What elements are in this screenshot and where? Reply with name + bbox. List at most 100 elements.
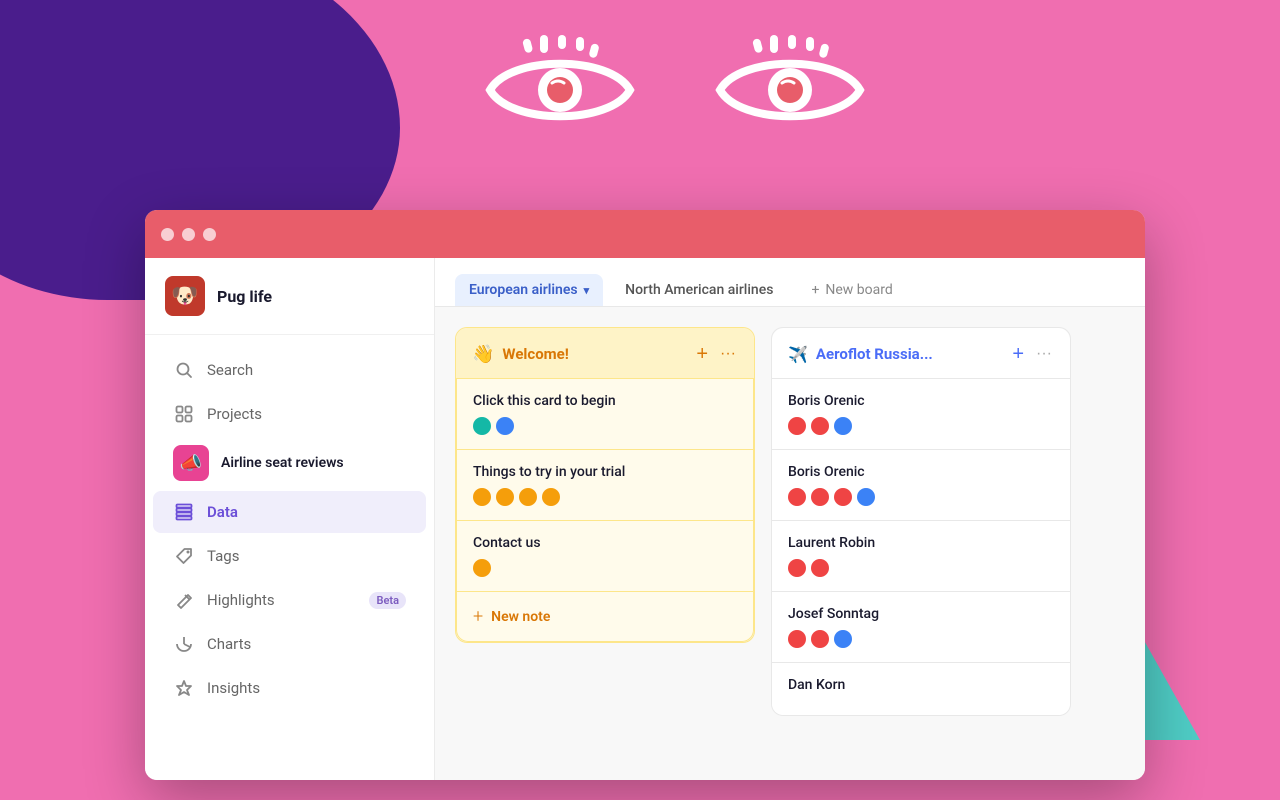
card-laurent-title: Laurent Robin xyxy=(788,535,1054,551)
new-note-plus-icon: + xyxy=(473,606,483,627)
sidebar-nav: Search Projects 📣 Airline seat reviews xyxy=(145,335,434,780)
card-things-to-try[interactable]: Things to try in your trial xyxy=(456,450,754,521)
sidebar-item-airline-seat-reviews[interactable]: 📣 Airline seat reviews xyxy=(153,437,426,489)
data-icon xyxy=(173,501,195,523)
aeroflot-emoji-icon: ✈️ xyxy=(788,345,808,364)
charts-label: Charts xyxy=(207,635,251,653)
dot-red-1 xyxy=(788,417,806,435)
workspace-name: Pug life xyxy=(217,287,272,306)
sidebar-item-insights[interactable]: Insights xyxy=(153,667,426,709)
column-header-aeroflot: ✈️ Aeroflot Russia... + ··· xyxy=(772,328,1070,379)
board-area: 👋 Welcome! + ··· Click this card to begi… xyxy=(435,307,1145,780)
column-welcome: 👋 Welcome! + ··· Click this card to begi… xyxy=(455,327,755,643)
dot-red-5 xyxy=(834,488,852,506)
dot-orange-contact xyxy=(473,559,491,577)
card-things-to-try-dots xyxy=(473,488,737,506)
column-title-welcome: Welcome! xyxy=(502,345,686,363)
sidebar-item-search[interactable]: Search xyxy=(153,349,426,391)
dot-red-7 xyxy=(811,559,829,577)
card-boris-2-title: Boris Orenic xyxy=(788,464,1054,480)
sidebar-item-highlights[interactable]: Highlights Beta xyxy=(153,579,426,621)
card-contact-us-dots xyxy=(473,559,737,577)
board-tabs: European airlines ▾ North American airli… xyxy=(435,258,1145,307)
dot-blue-2 xyxy=(857,488,875,506)
right-eye-icon xyxy=(710,30,870,150)
card-dan-korn[interactable]: Dan Korn xyxy=(772,663,1070,715)
chevron-down-icon: ▾ xyxy=(584,284,590,297)
left-eye-icon xyxy=(480,30,640,150)
window-dot-yellow xyxy=(182,228,195,241)
tab-north-american-airlines-label: North American airlines xyxy=(625,282,773,298)
dot-red-3 xyxy=(788,488,806,506)
new-note-button[interactable]: + New note xyxy=(456,592,754,642)
search-label: Search xyxy=(207,361,253,379)
sidebar: 🐶 Pug life Search Projects xyxy=(145,258,435,780)
card-josef-sonntag[interactable]: Josef Sonntag xyxy=(772,592,1070,663)
dot-red-2 xyxy=(811,417,829,435)
airline-project-icon: 📣 xyxy=(173,445,209,481)
column-actions-welcome: + ··· xyxy=(694,342,738,366)
more-options-aeroflot-button[interactable]: ··· xyxy=(1034,344,1054,364)
column-actions-aeroflot: + ··· xyxy=(1010,342,1054,366)
add-card-aeroflot-button[interactable]: + xyxy=(1010,342,1026,366)
card-click-to-begin-dots xyxy=(473,417,737,435)
new-note-label: New note xyxy=(491,609,550,625)
workspace-header[interactable]: 🐶 Pug life xyxy=(145,258,434,335)
cards-area-aeroflot: Boris Orenic Boris Orenic xyxy=(772,379,1070,715)
dot-blue-1 xyxy=(834,417,852,435)
airline-project-label: Airline seat reviews xyxy=(221,455,344,471)
app-window: 🐶 Pug life Search Projects xyxy=(145,210,1145,780)
card-boris-1-title: Boris Orenic xyxy=(788,393,1054,409)
new-board-label: New board xyxy=(825,282,892,298)
sidebar-item-tags[interactable]: Tags xyxy=(153,535,426,577)
tab-north-american-airlines[interactable]: North American airlines xyxy=(611,274,787,306)
more-options-welcome-button[interactable]: ··· xyxy=(718,344,738,364)
column-title-aeroflot: Aeroflot Russia... xyxy=(816,345,1002,363)
card-click-to-begin[interactable]: Click this card to begin xyxy=(456,378,754,450)
welcome-emoji-icon: 👋 xyxy=(472,344,494,365)
column-header-welcome: 👋 Welcome! + ··· xyxy=(456,328,754,378)
add-card-welcome-button[interactable]: + xyxy=(694,342,710,366)
dot-red-6 xyxy=(788,559,806,577)
card-dan-title: Dan Korn xyxy=(788,677,1054,693)
app-body: 🐶 Pug life Search Projects xyxy=(145,258,1145,780)
card-boris-1-dots xyxy=(788,417,1054,435)
dot-orange-1 xyxy=(473,488,491,506)
tags-icon xyxy=(173,545,195,567)
aeroflot-column-wrap: ✈️ Aeroflot Russia... + ··· Boris Orenic xyxy=(771,327,1071,716)
new-board-plus-icon: + xyxy=(811,282,819,298)
dot-teal xyxy=(473,417,491,435)
card-click-to-begin-title: Click this card to begin xyxy=(473,393,737,409)
projects-label: Projects xyxy=(207,405,262,423)
card-boris-2-dots xyxy=(788,488,1054,506)
eyes-decoration xyxy=(480,30,870,150)
card-contact-us[interactable]: Contact us xyxy=(456,521,754,592)
cards-area-welcome: Click this card to begin Things to try i… xyxy=(456,378,754,592)
dot-blue xyxy=(496,417,514,435)
card-laurent-dots xyxy=(788,559,1054,577)
card-boris-orenic-2[interactable]: Boris Orenic xyxy=(772,450,1070,521)
search-icon xyxy=(173,359,195,381)
sidebar-item-projects[interactable]: Projects xyxy=(153,393,426,435)
charts-icon xyxy=(173,633,195,655)
projects-icon xyxy=(173,403,195,425)
data-label: Data xyxy=(207,503,238,521)
dot-red-8 xyxy=(788,630,806,648)
tab-european-airlines-label: European airlines xyxy=(469,282,578,298)
insights-label: Insights xyxy=(207,679,260,697)
card-laurent-robin[interactable]: Laurent Robin xyxy=(772,521,1070,592)
dot-blue-3 xyxy=(834,630,852,648)
dot-red-9 xyxy=(811,630,829,648)
sidebar-item-data[interactable]: Data xyxy=(153,491,426,533)
title-bar xyxy=(145,210,1145,258)
card-josef-dots xyxy=(788,630,1054,648)
tab-european-airlines[interactable]: European airlines ▾ xyxy=(455,274,603,306)
highlights-label: Highlights xyxy=(207,591,275,609)
tab-new-board[interactable]: + New board xyxy=(799,274,904,306)
sidebar-item-charts[interactable]: Charts xyxy=(153,623,426,665)
window-dot-green xyxy=(203,228,216,241)
workspace-avatar: 🐶 xyxy=(165,276,205,316)
card-boris-orenic-1[interactable]: Boris Orenic xyxy=(772,379,1070,450)
beta-badge: Beta xyxy=(369,592,406,609)
insights-icon xyxy=(173,677,195,699)
